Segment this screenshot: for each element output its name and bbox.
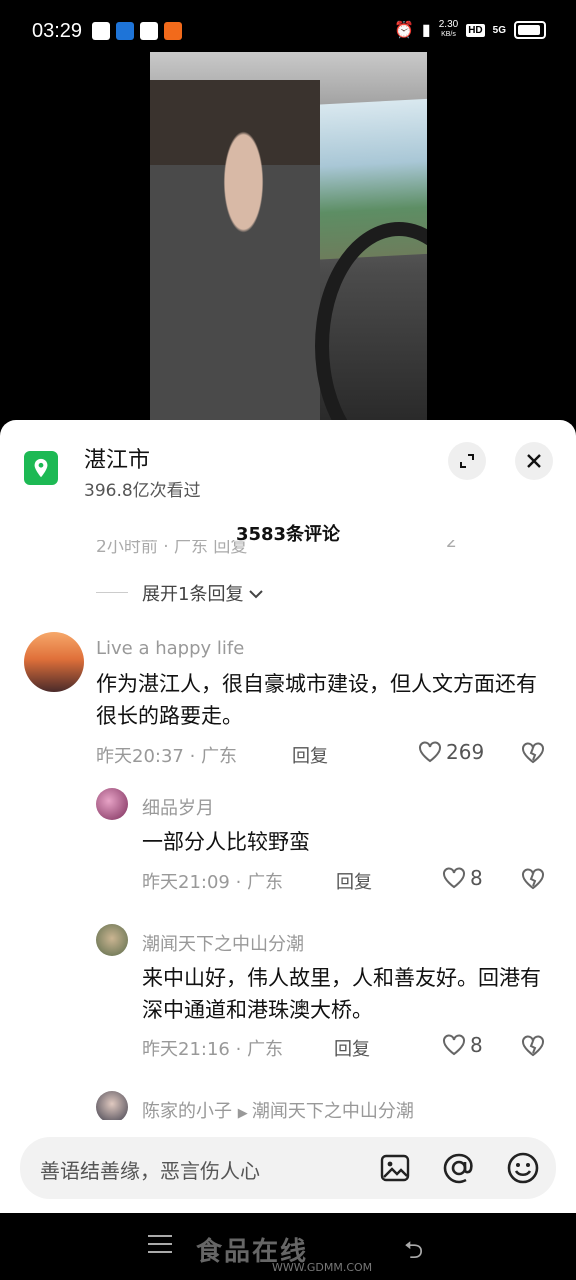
avatar[interactable] (24, 632, 84, 692)
heart-icon (419, 741, 441, 763)
close-button[interactable] (515, 442, 553, 480)
system-nav-bar: 食品在线 WWW.GDMM.COM ⮌ (0, 1213, 576, 1280)
comments-sheet: 湛江市 396.8亿次看过 3583条评论 2小时前 · 广东 回复 2 展开1… (0, 420, 576, 1213)
avatar[interactable] (96, 1091, 128, 1123)
alipay-icon (116, 22, 134, 40)
net-speed: 2.30 KB/s (439, 20, 458, 40)
previous-comment-meta-text: 2小时前 · 广东 回复 (96, 540, 248, 557)
watermark-url: WWW.GDMM.COM (272, 1261, 373, 1274)
chevron-down-icon (249, 590, 263, 599)
like-count: 8 (470, 866, 483, 890)
comment-text: 作为湛江人，很自豪城市建设，但人文方面还有很长的路要走。 (96, 672, 537, 728)
reply-button[interactable]: 回复 (334, 1035, 370, 1061)
comment-time: 昨天20:37 (96, 746, 184, 767)
emoji-icon[interactable] (506, 1151, 540, 1185)
broken-heart-icon[interactable] (521, 868, 545, 890)
net-speed-value: 2.30 (438, 19, 459, 30)
signal-5g: 5G (492, 24, 506, 36)
app-notification-icon (164, 22, 182, 40)
comment-meta: 昨天21:09 · 广东 (142, 868, 283, 894)
expand-icon (460, 454, 474, 468)
meta-dot: · (235, 872, 248, 893)
like-count: 269 (446, 740, 485, 764)
comment-text: 来中山好，伟人故里，人和善友好。回港有深中通道和港珠澳大桥。 (142, 966, 541, 1022)
comment-meta: 昨天20:37 · 广东 (96, 742, 237, 768)
close-icon (527, 454, 541, 468)
like-count: 8 (470, 1033, 483, 1057)
at-icon[interactable] (442, 1151, 476, 1185)
comment-time: 昨天21:16 (142, 1039, 230, 1060)
status-right: ⏰ ▮ 2.30 KB/s HD 5G (394, 20, 546, 40)
location-pin-icon[interactable] (24, 451, 58, 485)
video-player[interactable] (150, 52, 427, 420)
divider (96, 592, 128, 593)
comment-author[interactable]: 陈家的小子 (142, 1101, 232, 1122)
like-button[interactable]: 8 (442, 866, 483, 890)
meta-dot: · (189, 746, 202, 767)
video-person (150, 80, 320, 420)
broken-heart-icon[interactable] (521, 1035, 545, 1057)
reply-arrow-icon: ▶ (237, 1106, 252, 1121)
alarm-icon: ⏰ (394, 22, 414, 39)
comment-author[interactable]: Live a happy life (96, 638, 244, 659)
menu-icon[interactable] (148, 1235, 172, 1253)
reply-to-author[interactable]: 潮闻天下之中山分潮 (252, 1101, 414, 1122)
comment-author[interactable]: 细品岁月 (142, 794, 214, 820)
comment-text: 一部分人比较野蛮 (142, 830, 310, 854)
notification-icons (92, 22, 182, 40)
location-title[interactable]: 湛江市 (84, 442, 150, 474)
reply-button[interactable]: 回复 (336, 868, 372, 894)
comment-region: 广东 (247, 1039, 284, 1060)
comment-author[interactable]: 潮闻天下之中山分潮 (142, 930, 304, 956)
location-views: 396.8亿次看过 (84, 481, 201, 501)
previous-comment-meta: 2小时前 · 广东 回复 2 (96, 540, 556, 558)
image-icon[interactable] (378, 1151, 412, 1185)
comment-meta: 昨天21:16 · 广东 (142, 1035, 283, 1061)
comment-region: 广东 (201, 746, 238, 767)
previous-comment-likes: 2 (446, 540, 457, 552)
broken-heart-icon[interactable] (521, 742, 545, 764)
heart-icon (443, 1034, 465, 1056)
heart-icon (443, 867, 465, 889)
back-icon[interactable]: ⮌ (404, 1233, 423, 1274)
hd-badge: HD (466, 23, 485, 37)
avatar[interactable] (96, 788, 128, 820)
like-button[interactable]: 8 (442, 1033, 483, 1057)
expand-replies-label: 展开1条回复 (142, 584, 244, 605)
comment-input-placeholder: 善语结善缘，恶言伤人心 (40, 1159, 260, 1183)
app-notification-icon (92, 22, 110, 40)
meta-dot: · (235, 1039, 248, 1060)
vibrate-icon: ▮ (421, 22, 431, 39)
like-button[interactable]: 269 (418, 740, 484, 764)
status-time: 03:29 (32, 20, 83, 42)
net-speed-unit: KB/s (441, 31, 456, 38)
comment-time: 昨天21:09 (142, 872, 230, 893)
comment-region: 广东 (247, 872, 284, 893)
avatar[interactable] (96, 924, 128, 956)
comment-input[interactable]: 善语结善缘，恶言伤人心 (20, 1137, 556, 1199)
reply-button[interactable]: 回复 (292, 742, 328, 768)
expand-button[interactable] (448, 442, 486, 480)
message-icon (140, 22, 158, 40)
expand-replies-button[interactable]: 展开1条回复 (142, 580, 263, 606)
battery-icon (514, 21, 546, 39)
